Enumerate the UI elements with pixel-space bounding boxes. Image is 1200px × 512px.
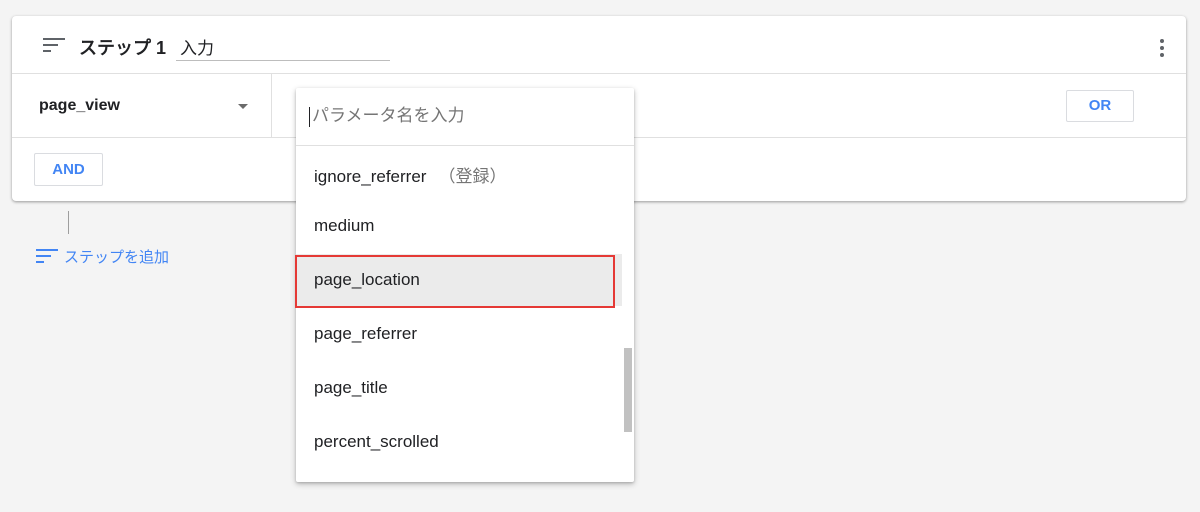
dropdown-arrow-icon [238, 104, 248, 109]
list-item[interactable]: page_title [296, 362, 622, 414]
scrollbar[interactable] [622, 146, 634, 482]
step-name-field[interactable]: 入力 [176, 30, 390, 61]
more-vert-icon[interactable] [1154, 37, 1170, 59]
parameter-search-input[interactable] [310, 102, 612, 130]
filter-list-icon [43, 38, 65, 52]
or-button[interactable]: OR [1066, 90, 1134, 122]
list-item[interactable]: medium [296, 200, 622, 252]
list-item-label: page_referrer [314, 324, 418, 343]
step-connector-line [68, 211, 69, 234]
list-item-suffix: （登録） [438, 167, 507, 186]
filter-list-icon [36, 249, 58, 263]
list-item[interactable]: percent_scrolled [296, 416, 622, 468]
list-item-label: medium [314, 216, 375, 235]
highlight-annotation-box [295, 255, 615, 308]
step-header: ステップ 1 入力 [12, 16, 1186, 74]
parameter-search [296, 88, 634, 146]
parameter-list: ignore_referrer （登録） medium page_location… [296, 146, 622, 482]
scrollbar-thumb[interactable] [624, 348, 632, 432]
list-item[interactable]: ignore_referrer （登録） [296, 146, 622, 198]
and-button[interactable]: AND [34, 153, 103, 186]
list-item[interactable]: page_referrer [296, 308, 622, 360]
step-name-value: 入力 [180, 39, 214, 58]
step-title: ステップ 1 [79, 38, 167, 58]
list-item-label: page_title [314, 378, 388, 397]
list-item-label: ignore_referrer [314, 167, 427, 186]
event-name: page_view [39, 97, 120, 114]
list-item-label: percent_scrolled [314, 432, 439, 451]
add-step-label: ステップを追加 [64, 249, 170, 266]
event-select[interactable]: page_view [12, 73, 272, 137]
